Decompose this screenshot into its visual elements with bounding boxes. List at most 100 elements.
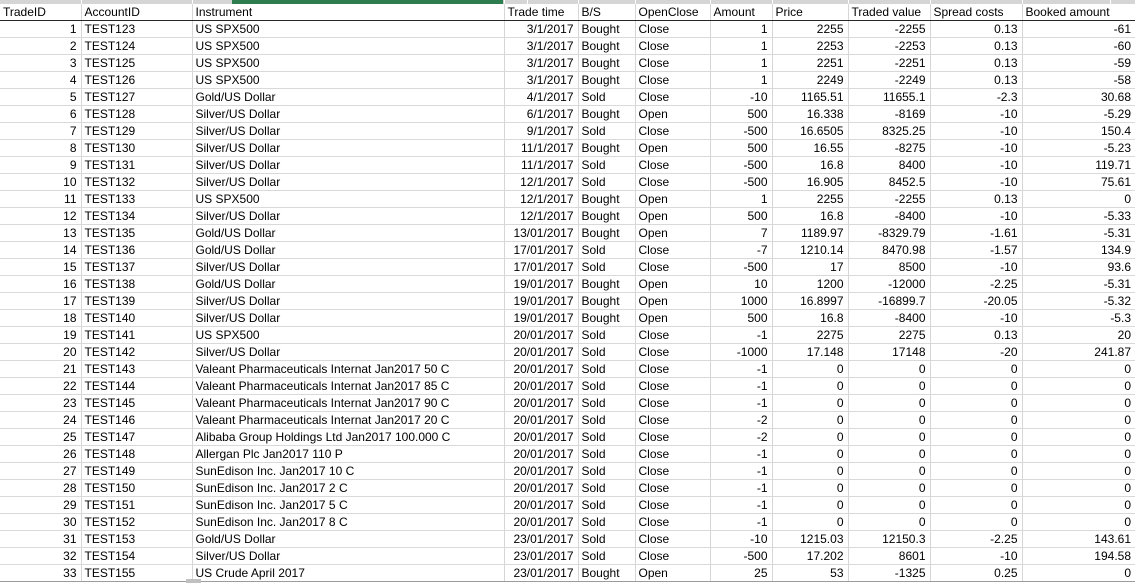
cell-trade-time[interactable]: 20/01/2017 xyxy=(504,378,578,395)
cell-openclose[interactable]: Open xyxy=(635,293,710,310)
cell-amount[interactable]: -1 xyxy=(710,463,772,480)
cell-spread-costs[interactable]: -10 xyxy=(930,174,1022,191)
cell-tradeid[interactable]: 29 xyxy=(0,497,81,514)
cell-instrument[interactable]: Alibaba Group Holdings Ltd Jan2017 100.0… xyxy=(192,429,504,446)
cell-booked-amount[interactable]: 20 xyxy=(1022,327,1135,344)
cell-price[interactable]: 16.8 xyxy=(772,208,848,225)
cell-accountid[interactable]: TEST150 xyxy=(81,480,192,497)
cell-traded-value[interactable]: -12000 xyxy=(848,276,930,293)
cell-traded-value[interactable]: -2253 xyxy=(848,38,930,55)
cell-accountid[interactable]: TEST142 xyxy=(81,344,192,361)
cell-price[interactable]: 2275 xyxy=(772,327,848,344)
cell-accountid[interactable]: TEST148 xyxy=(81,446,192,463)
cell-instrument[interactable]: Valeant Pharmaceuticals Internat Jan2017… xyxy=(192,378,504,395)
cell-trade-time[interactable]: 4/1/2017 xyxy=(504,89,578,106)
column-header-openclose[interactable]: OpenClose xyxy=(635,4,710,21)
cell-trade-time[interactable]: 20/01/2017 xyxy=(504,429,578,446)
cell-amount[interactable]: -1 xyxy=(710,514,772,531)
cell-openclose[interactable]: Open xyxy=(635,140,710,157)
cell-openclose[interactable]: Open xyxy=(635,565,710,582)
cell-openclose[interactable]: Close xyxy=(635,531,710,548)
cell-trade-time[interactable]: 6/1/2017 xyxy=(504,106,578,123)
cell-traded-value[interactable]: 2275 xyxy=(848,327,930,344)
cell-spread-costs[interactable]: -20.05 xyxy=(930,293,1022,310)
cell-traded-value[interactable]: -2251 xyxy=(848,55,930,72)
cell-b-s[interactable]: Bought xyxy=(578,310,635,327)
cell-tradeid[interactable]: 6 xyxy=(0,106,81,123)
column-header-amount[interactable]: Amount xyxy=(710,4,772,21)
cell-spread-costs[interactable]: 0 xyxy=(930,514,1022,531)
cell-instrument[interactable]: Gold/US Dollar xyxy=(192,531,504,548)
cell-accountid[interactable]: TEST140 xyxy=(81,310,192,327)
cell-accountid[interactable]: TEST126 xyxy=(81,72,192,89)
cell-booked-amount[interactable]: 150.4 xyxy=(1022,123,1135,140)
cell-spread-costs[interactable]: 0 xyxy=(930,480,1022,497)
cell-accountid[interactable]: TEST127 xyxy=(81,89,192,106)
cell-trade-time[interactable]: 11/1/2017 xyxy=(504,140,578,157)
cell-accountid[interactable]: TEST153 xyxy=(81,531,192,548)
cell-tradeid[interactable]: 30 xyxy=(0,514,81,531)
cell-traded-value[interactable]: 0 xyxy=(848,429,930,446)
cell-b-s[interactable]: Sold xyxy=(578,514,635,531)
column-header-accountid[interactable]: AccountID xyxy=(81,4,192,21)
cell-amount[interactable]: -500 xyxy=(710,123,772,140)
cell-price[interactable]: 16.8 xyxy=(772,310,848,327)
cell-openclose[interactable]: Close xyxy=(635,259,710,276)
cell-b-s[interactable]: Bought xyxy=(578,72,635,89)
cell-accountid[interactable]: TEST149 xyxy=(81,463,192,480)
cell-openclose[interactable]: Close xyxy=(635,157,710,174)
cell-instrument[interactable]: Silver/US Dollar xyxy=(192,140,504,157)
cell-amount[interactable]: -1 xyxy=(710,446,772,463)
cell-tradeid[interactable]: 18 xyxy=(0,310,81,327)
cell-booked-amount[interactable]: 0 xyxy=(1022,412,1135,429)
cell-instrument[interactable]: US SPX500 xyxy=(192,72,504,89)
cell-spread-costs[interactable]: -2.3 xyxy=(930,89,1022,106)
cell-openclose[interactable]: Close xyxy=(635,72,710,89)
cell-b-s[interactable]: Sold xyxy=(578,123,635,140)
cell-accountid[interactable]: TEST124 xyxy=(81,38,192,55)
cell-instrument[interactable]: Silver/US Dollar xyxy=(192,123,504,140)
cell-accountid[interactable]: TEST133 xyxy=(81,191,192,208)
cell-instrument[interactable]: Silver/US Dollar xyxy=(192,548,504,565)
cell-instrument[interactable]: US SPX500 xyxy=(192,21,504,38)
cell-traded-value[interactable]: 8325.25 xyxy=(848,123,930,140)
cell-price[interactable]: 0 xyxy=(772,395,848,412)
cell-trade-time[interactable]: 17/01/2017 xyxy=(504,242,578,259)
cell-booked-amount[interactable]: 0 xyxy=(1022,429,1135,446)
cell-spread-costs[interactable]: 0.13 xyxy=(930,72,1022,89)
cell-booked-amount[interactable]: 93.6 xyxy=(1022,259,1135,276)
cell-spread-costs[interactable]: -10 xyxy=(930,157,1022,174)
cell-trade-time[interactable]: 20/01/2017 xyxy=(504,446,578,463)
cell-booked-amount[interactable]: 0 xyxy=(1022,191,1135,208)
cell-price[interactable]: 16.8 xyxy=(772,157,848,174)
cell-instrument[interactable]: Allergan Plc Jan2017 110 P xyxy=(192,446,504,463)
cell-tradeid[interactable]: 9 xyxy=(0,157,81,174)
cell-trade-time[interactable]: 20/01/2017 xyxy=(504,327,578,344)
cell-b-s[interactable]: Bought xyxy=(578,225,635,242)
cell-amount[interactable]: -10 xyxy=(710,531,772,548)
cell-b-s[interactable]: Sold xyxy=(578,344,635,361)
cell-tradeid[interactable]: 11 xyxy=(0,191,81,208)
cell-instrument[interactable]: Silver/US Dollar xyxy=(192,106,504,123)
cell-b-s[interactable]: Sold xyxy=(578,412,635,429)
cell-tradeid[interactable]: 14 xyxy=(0,242,81,259)
cell-trade-time[interactable]: 20/01/2017 xyxy=(504,497,578,514)
cell-b-s[interactable]: Bought xyxy=(578,140,635,157)
cell-openclose[interactable]: Close xyxy=(635,429,710,446)
cell-openclose[interactable]: Close xyxy=(635,174,710,191)
cell-accountid[interactable]: TEST155 xyxy=(81,565,192,582)
cell-b-s[interactable]: Bought xyxy=(578,38,635,55)
cell-booked-amount[interactable]: 119.71 xyxy=(1022,157,1135,174)
cell-trade-time[interactable]: 13/01/2017 xyxy=(504,225,578,242)
column-header-trade-time[interactable]: Trade time xyxy=(504,4,578,21)
cell-amount[interactable]: 500 xyxy=(710,310,772,327)
cell-openclose[interactable]: Close xyxy=(635,480,710,497)
cell-booked-amount[interactable]: 194.58 xyxy=(1022,548,1135,565)
cell-booked-amount[interactable]: -58 xyxy=(1022,72,1135,89)
cell-trade-time[interactable]: 23/01/2017 xyxy=(504,565,578,582)
cell-openclose[interactable]: Close xyxy=(635,55,710,72)
cell-amount[interactable]: -500 xyxy=(710,259,772,276)
cell-price[interactable]: 17.202 xyxy=(772,548,848,565)
cell-price[interactable]: 2253 xyxy=(772,38,848,55)
cell-accountid[interactable]: TEST135 xyxy=(81,225,192,242)
